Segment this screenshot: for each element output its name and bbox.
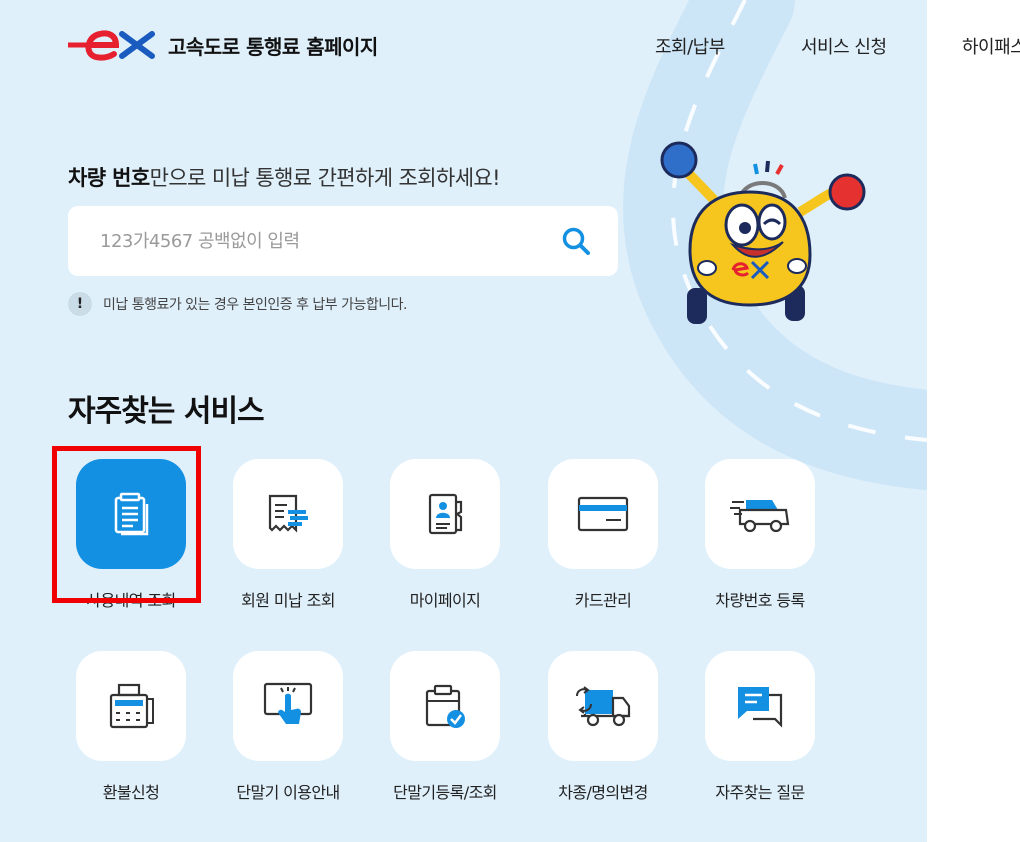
touch-terminal-icon xyxy=(263,682,313,724)
car-icon xyxy=(730,500,790,533)
chat-bubbles-icon xyxy=(738,687,783,728)
service-tile[interactable] xyxy=(548,651,658,761)
service-label: 카드관리 xyxy=(574,591,632,610)
service-tile[interactable] xyxy=(76,651,186,761)
service-vehicle-number-register[interactable]: 차량번호 등록 xyxy=(681,459,839,611)
right-panel: 하이패스 xyxy=(927,0,1020,842)
service-terminal-register[interactable]: 단말기등록/조회 xyxy=(366,651,524,803)
service-tile[interactable] xyxy=(233,459,343,569)
service-card-management[interactable]: 카드관리 xyxy=(524,459,682,611)
search-heading: 차량 번호만으로 미납 통행료 간편하게 조회하세요! xyxy=(68,162,501,192)
service-label: 자주찾는 질문 xyxy=(715,783,805,802)
service-member-unpaid[interactable]: 회원 미납 조회 xyxy=(209,459,367,611)
service-tile[interactable] xyxy=(233,651,343,761)
service-tile[interactable] xyxy=(390,459,500,569)
service-label: 마이페이지 xyxy=(409,591,481,610)
service-tile[interactable] xyxy=(705,459,815,569)
service-label: 환불신청 xyxy=(102,783,160,802)
service-label: 회원 미납 조회 xyxy=(241,591,335,610)
nav-service-apply[interactable]: 서비스 신청 xyxy=(801,33,887,59)
id-card-icon xyxy=(428,493,463,535)
fax-machine-icon xyxy=(109,683,154,729)
search-icon xyxy=(562,227,590,255)
service-mypage[interactable]: 마이페이지 xyxy=(366,459,524,611)
service-tile[interactable] xyxy=(390,651,500,761)
logo[interactable]: 고속도로 통행료 홈페이지 xyxy=(66,28,378,62)
service-refund-apply[interactable]: 환불신청 xyxy=(52,651,210,803)
service-tile[interactable] xyxy=(705,651,815,761)
highlight-box xyxy=(52,446,201,603)
info-exclamation-icon: ! xyxy=(68,292,92,316)
search-heading-rest: 만으로 미납 통행료 간편하게 조회하세요! xyxy=(149,166,501,190)
service-vehicle-type-change[interactable]: 차종/명의변경 xyxy=(524,651,682,803)
ex-logo-icon xyxy=(68,30,155,61)
main-area: 고속도로 통행료 홈페이지 조회/납부 서비스 신청 차량 번호만으로 미납 통… xyxy=(0,0,927,842)
service-label: 차량번호 등록 xyxy=(715,591,805,610)
service-label: 단말기등록/조회 xyxy=(393,783,497,802)
credit-card-icon xyxy=(577,496,629,532)
service-tile[interactable] xyxy=(548,459,658,569)
truck-exchange-icon xyxy=(576,686,631,727)
frequent-services-title: 자주찾는 서비스 xyxy=(68,394,265,429)
notice: ! 미납 통행료가 있는 경우 본인인증 후 납부 가능합니다. xyxy=(68,292,407,316)
search-button[interactable] xyxy=(556,221,596,261)
service-faq[interactable]: 자주찾는 질문 xyxy=(681,651,839,803)
receipt-icon xyxy=(268,494,308,533)
service-label: 단말기 이용안내 xyxy=(236,783,340,802)
clipboard-check-icon xyxy=(425,684,465,728)
notice-text: 미납 통행료가 있는 경우 본인인증 후 납부 가능합니다. xyxy=(103,297,407,313)
mascot-car-icon xyxy=(660,141,866,324)
service-label: 차종/명의변경 xyxy=(558,783,648,802)
vehicle-number-input[interactable] xyxy=(98,229,556,253)
site-title: 고속도로 통행료 홈페이지 xyxy=(168,34,378,59)
search-box xyxy=(68,206,618,276)
search-heading-bold: 차량 번호 xyxy=(68,166,150,190)
nav-lookup-payment[interactable]: 조회/납부 xyxy=(655,33,725,59)
nav-hipass[interactable]: 하이패스 xyxy=(962,33,1020,59)
service-terminal-guide[interactable]: 단말기 이용안내 xyxy=(209,651,367,803)
